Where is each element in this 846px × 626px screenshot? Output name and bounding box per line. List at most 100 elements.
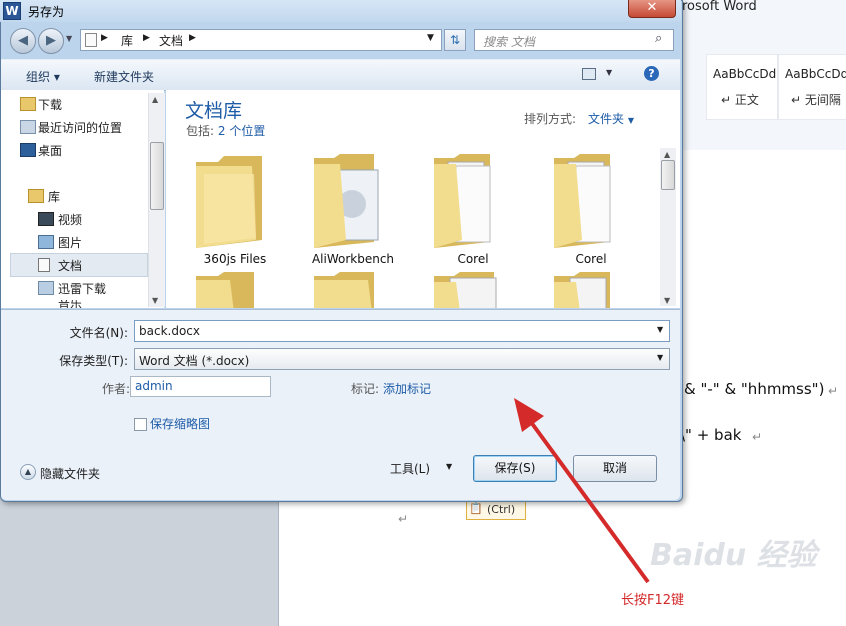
filetype-select[interactable]: Word 文档 (*.docx) ▼ [134,348,670,370]
folder-icon [314,154,379,248]
video-icon [38,212,54,226]
nav-scroll-thumb[interactable] [150,142,164,210]
file-list-scroll-thumb[interactable] [661,160,675,190]
breadcrumb-library[interactable]: 库 [121,32,133,49]
close-button[interactable]: ✕ [628,0,676,18]
chevron-down-icon[interactable]: ▼ [427,33,434,43]
breadcrumb-documents[interactable]: 文档 [159,32,183,49]
document-margin [0,500,278,626]
nav-item-music[interactable]: 音乐 [58,300,148,308]
view-dropdown-icon[interactable]: ▼ [606,68,612,77]
word-app-icon: W [3,2,21,20]
dialog-title: 另存为 [28,5,65,19]
folder-item[interactable] [310,272,400,308]
filename-label: 文件名(N): [69,326,128,340]
chevron-down-icon[interactable]: ▼ [446,462,452,471]
folder-item[interactable] [550,152,640,248]
baidu-watermark: Baidu 经验 [650,538,817,573]
view-icon[interactable] [582,68,596,80]
save-thumbnail-checkbox[interactable] [134,418,147,431]
filename-field[interactable]: back.docx ▼ [134,320,670,342]
includes-label: 包括: [186,124,215,138]
author-value: admin [135,379,173,393]
folder-icon [554,272,610,308]
folder-label: 360js Files [203,252,267,266]
download-library-icon [38,281,54,295]
forward-button[interactable]: ▶ [38,28,64,54]
author-field[interactable]: admin [130,376,271,397]
folder-icon [314,272,374,308]
folder-icon [554,154,611,248]
folder-item[interactable] [190,152,280,248]
nav-item-label: 图片 [58,236,83,250]
new-folder-button[interactable]: 新建文件夹 [94,68,154,85]
desktop-icon [20,143,36,157]
tools-menu[interactable]: 工具(L) [390,460,430,477]
folder-label: Corel [457,252,489,266]
breadcrumb-separator-icon: ▶ [101,33,108,43]
word-window-title: rosoft Word [682,0,757,14]
folder-item[interactable] [190,272,280,308]
arrow-right-icon: ▶ [46,33,56,48]
refresh-icon: ⇅ [449,33,461,47]
tags-label: 标记: [351,382,380,396]
style-sample: AaBbCcDd [785,67,846,81]
help-icon[interactable]: ? [644,66,659,81]
breadcrumb-separator-icon: ▶ [143,33,150,43]
style-normal[interactable]: AaBbCcDd ↵ 正文 [706,54,778,120]
paragraph-mark: ↵ [828,384,839,398]
style-name: ↵ 无间隔 [791,93,841,107]
includes-locations-link[interactable]: 2 个位置 [218,124,265,138]
filetype-value: Word 文档 (*.docx) [139,354,250,368]
back-button[interactable]: ◀ [10,28,36,54]
recent-places-icon [20,120,36,134]
paragraph-mark: ↵ [398,512,409,526]
nav-item-label: 库 [48,190,61,204]
nav-item-label: 音乐 [58,300,83,308]
save-thumbnail-label[interactable]: 保存缩略图 [150,415,210,432]
folder-label: AliWorkbench [311,252,395,266]
tags-field[interactable]: 添加标记 [383,380,431,397]
nav-item-label: 视频 [58,213,83,227]
folder-item[interactable] [430,152,520,248]
address-bar[interactable]: ▶ 库 ▶ 文档 ▶ ▼ [80,29,442,51]
nav-item-label: 迅雷下载 [58,282,107,296]
folder-item[interactable] [430,272,520,308]
author-label: 作者: [102,382,131,396]
sort-value: 文件夹 [588,112,625,126]
nav-item-label: 桌面 [38,144,63,158]
hide-folders-button[interactable]: 隐藏文件夹 [40,465,100,482]
filetype-label: 保存类型(T): [59,354,128,368]
nav-item-label: 文档 [58,259,83,273]
clipboard-icon: 📋 [469,502,483,515]
arrow-left-icon: ◀ [18,33,28,48]
collapse-icon[interactable]: ▲ [20,464,36,480]
scroll-up-icon[interactable]: ▲ [664,150,670,159]
style-no-spacing[interactable]: AaBbCcDd ↵ 无间隔 [778,54,846,120]
sort-dropdown[interactable]: 文件夹 ▼ [588,110,634,127]
search-box[interactable]: 搜索 文档 ⌕ [474,29,674,51]
sort-label: 排列方式: [524,112,577,126]
filename-value: back.docx [139,324,200,338]
organize-menu[interactable]: 组织 ▾ [26,68,60,85]
chevron-down-icon[interactable]: ▼ [657,325,663,334]
folder-item[interactable] [310,152,400,248]
library-icon [28,189,44,203]
recent-pages-dropdown[interactable]: ▼ [66,34,72,43]
library-includes: 包括: 2 个位置 [186,122,265,139]
refresh-button[interactable]: ⇅ [444,29,466,51]
search-input[interactable]: 搜索 文档 [483,33,535,50]
scroll-down-icon[interactable]: ▼ [664,296,670,305]
library-title: 文档库 [185,100,243,122]
folder-item[interactable] [550,272,640,308]
scroll-up-icon[interactable]: ▲ [152,95,158,104]
chevron-down-icon: ▼ [657,353,664,362]
document-icon [38,258,50,272]
scroll-down-icon[interactable]: ▼ [152,296,158,305]
paragraph-mark: ↵ [752,430,763,444]
dialog-titlebar[interactable] [0,0,681,22]
search-icon: ⌕ [655,31,663,46]
style-sample: AaBbCcDd [713,67,777,81]
nav-item-label: 下载 [38,98,63,112]
annotation-text: 长按F12键 [621,593,685,608]
